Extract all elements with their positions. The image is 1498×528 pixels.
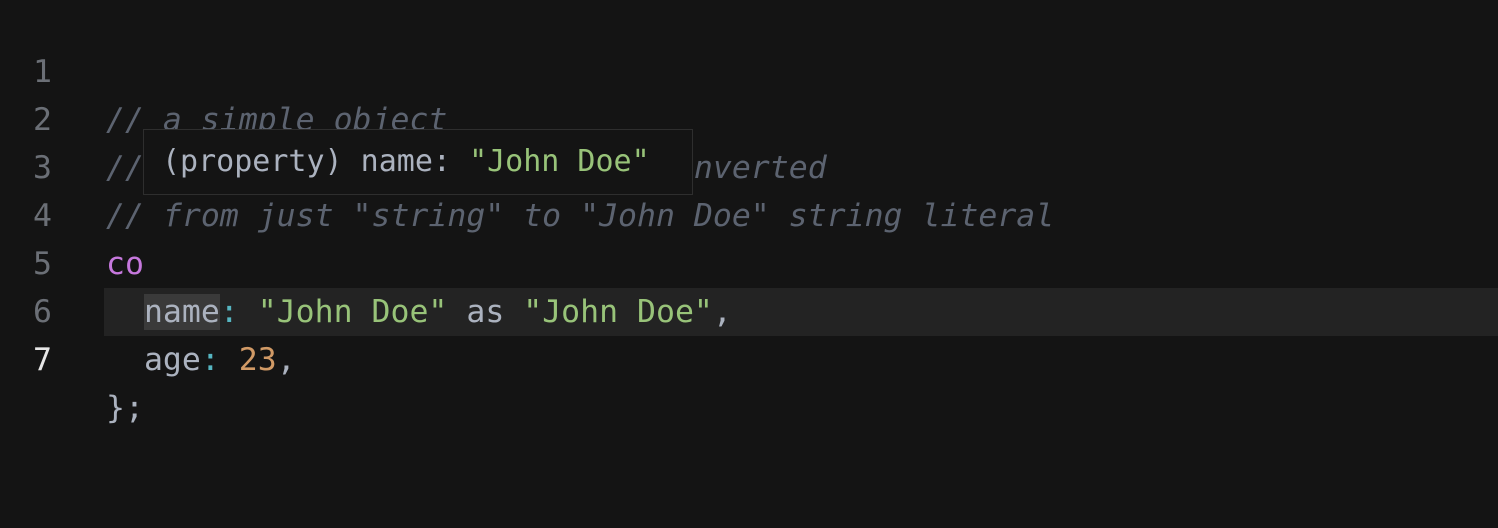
code-line-6[interactable]: 6 age: 23,	[0, 240, 1498, 378]
tooltip-kind: (property)	[162, 144, 343, 179]
code-line-5[interactable]: 5 name: "John Doe" as "John Doe",	[0, 192, 1498, 330]
line-number: 7	[33, 342, 52, 378]
code-line-1[interactable]: 1 // a simple object	[0, 0, 1498, 138]
code-line-2[interactable]: 2 // with "name" property type converted	[0, 48, 1498, 186]
code-line-7[interactable]: 7 };	[0, 288, 1498, 426]
tooltip-type: "John Doe"	[469, 144, 650, 179]
tooltip-name: name:	[342, 144, 470, 179]
hover-tooltip: (property) name: "John Doe"	[143, 129, 693, 195]
property-name: age	[143, 342, 201, 378]
code: };	[106, 390, 144, 426]
colon: :	[200, 342, 220, 378]
comma: ,	[276, 342, 296, 378]
code: age: 23,	[106, 336, 296, 384]
number-value: 23	[238, 342, 277, 378]
code-editor[interactable]: 1 // a simple object 2 // with "name" pr…	[0, 0, 1498, 528]
